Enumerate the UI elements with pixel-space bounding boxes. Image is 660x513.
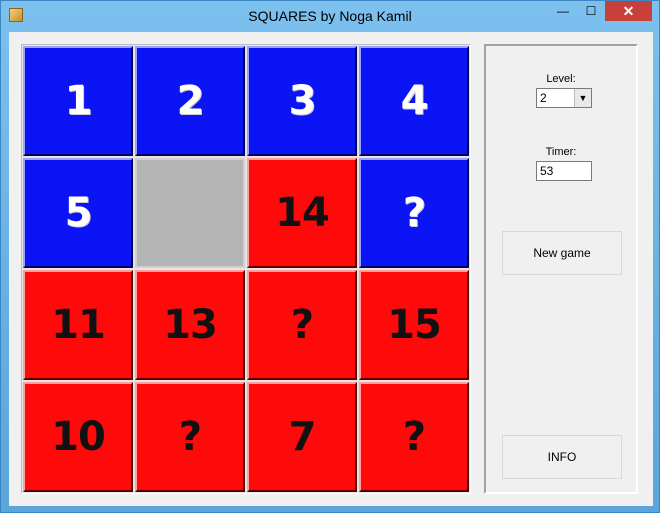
puzzle-tile[interactable]: 4 [359, 46, 469, 156]
puzzle-tile[interactable]: 3 [247, 46, 357, 156]
new-game-button[interactable]: New game [502, 231, 622, 275]
chevron-down-icon[interactable]: ▼ [574, 89, 591, 107]
puzzle-tile[interactable]: 13 [135, 270, 245, 380]
app-window: SQUARES by Noga Kamil — ☐ ✕ 1 2 3 4 5 14? 11 13… [0, 0, 660, 513]
control-panel: Level: 2 ▼ Timer: 53 New game INFO [484, 44, 638, 494]
puzzle-tile[interactable]: 10 [23, 382, 133, 492]
puzzle-board: 1 2 3 4 5 14? 11 13? 15 10? 7? [21, 44, 471, 494]
minimize-button[interactable]: — [549, 1, 577, 21]
puzzle-tile[interactable]: ? [359, 382, 469, 492]
puzzle-tile[interactable]: 14 [247, 158, 357, 268]
timer-field[interactable]: 53 [536, 161, 592, 181]
client-area: 1 2 3 4 5 14? 11 13? 15 10? 7? Level: 2 ▼ Timer: 5… [9, 32, 653, 506]
timer-label: Timer: [545, 146, 577, 158]
puzzle-tile[interactable]: 2 [135, 46, 245, 156]
level-select[interactable]: 2 ▼ [536, 88, 592, 108]
puzzle-tile[interactable]: ? [359, 158, 469, 268]
puzzle-tile[interactable]: 5 [23, 158, 133, 268]
level-value: 2 [540, 91, 547, 105]
info-button[interactable]: INFO [502, 435, 622, 479]
puzzle-tile[interactable]: 11 [23, 270, 133, 380]
puzzle-tile[interactable]: 1 [23, 46, 133, 156]
close-button[interactable]: ✕ [605, 1, 652, 21]
empty-slot[interactable] [135, 158, 245, 268]
puzzle-tile[interactable]: ? [247, 270, 357, 380]
puzzle-tile[interactable]: 15 [359, 270, 469, 380]
puzzle-tile[interactable]: ? [135, 382, 245, 492]
maximize-button[interactable]: ☐ [577, 1, 605, 21]
title-bar[interactable]: SQUARES by Noga Kamil — ☐ ✕ [1, 1, 659, 32]
level-label: Level: [546, 73, 576, 85]
puzzle-tile[interactable]: 7 [247, 382, 357, 492]
